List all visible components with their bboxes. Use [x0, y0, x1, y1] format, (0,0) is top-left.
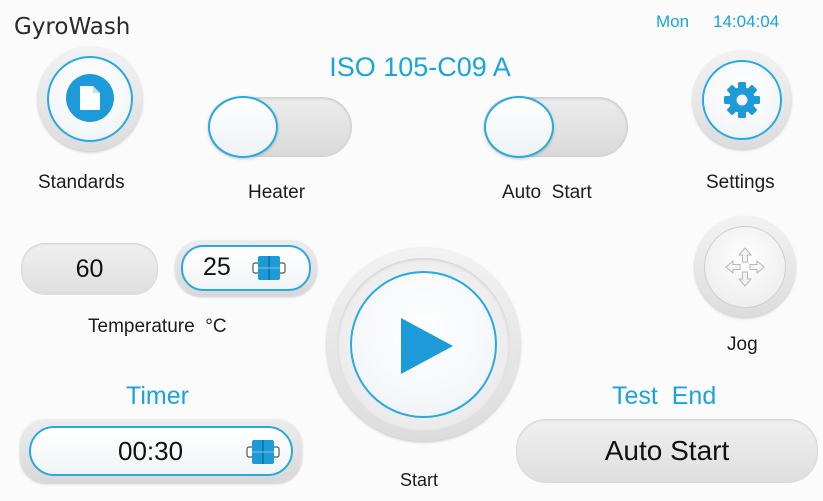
- temperature-actual-value: 60: [75, 254, 104, 283]
- auto-start-toggle[interactable]: [484, 96, 628, 158]
- test-end-selector[interactable]: Auto Start: [516, 419, 818, 483]
- standards-button[interactable]: [38, 47, 142, 151]
- play-icon: [401, 318, 453, 374]
- jog-label: Jog: [727, 334, 758, 355]
- gyrowash-screen: GyroWash Mon 14:04:04 ISO 105-C09 A Stan…: [0, 0, 823, 501]
- move-arrows-icon: [725, 247, 765, 287]
- auto-start-label: Auto Start: [502, 182, 592, 203]
- status-clock: 14:04:04: [713, 12, 780, 31]
- temperature-actual-display: 60: [21, 243, 158, 295]
- standards-label: Standards: [38, 172, 125, 193]
- auto-start-toggle-knob: [484, 96, 554, 158]
- timer-stepper-icon[interactable]: [246, 439, 280, 465]
- program-title: ISO 105-C09 A: [329, 52, 511, 82]
- gear-icon: [724, 82, 760, 118]
- settings-label: Settings: [706, 172, 775, 193]
- document-icon: [80, 86, 100, 110]
- app-title: GyroWash: [14, 14, 131, 40]
- temperature-stepper-icon[interactable]: [252, 255, 286, 281]
- temperature-setpoint-value: 25: [203, 253, 231, 281]
- test-end-title: Test End: [612, 382, 717, 410]
- timer-field[interactable]: 00:30: [20, 419, 302, 483]
- start-label: Start: [400, 470, 439, 490]
- heater-toggle-knob: [208, 96, 278, 158]
- timer-title: Timer: [126, 382, 189, 410]
- status-day: Mon: [656, 12, 690, 31]
- timer-value: 00:30: [118, 436, 184, 466]
- start-button[interactable]: [327, 248, 520, 441]
- jog-button[interactable]: [695, 217, 795, 317]
- temperature-label: Temperature °C: [88, 316, 227, 337]
- temperature-setpoint-field[interactable]: 25: [175, 240, 317, 296]
- settings-button[interactable]: [693, 51, 791, 149]
- heater-toggle[interactable]: [208, 96, 352, 158]
- test-end-value: Auto Start: [604, 435, 730, 466]
- heater-label: Heater: [248, 182, 306, 203]
